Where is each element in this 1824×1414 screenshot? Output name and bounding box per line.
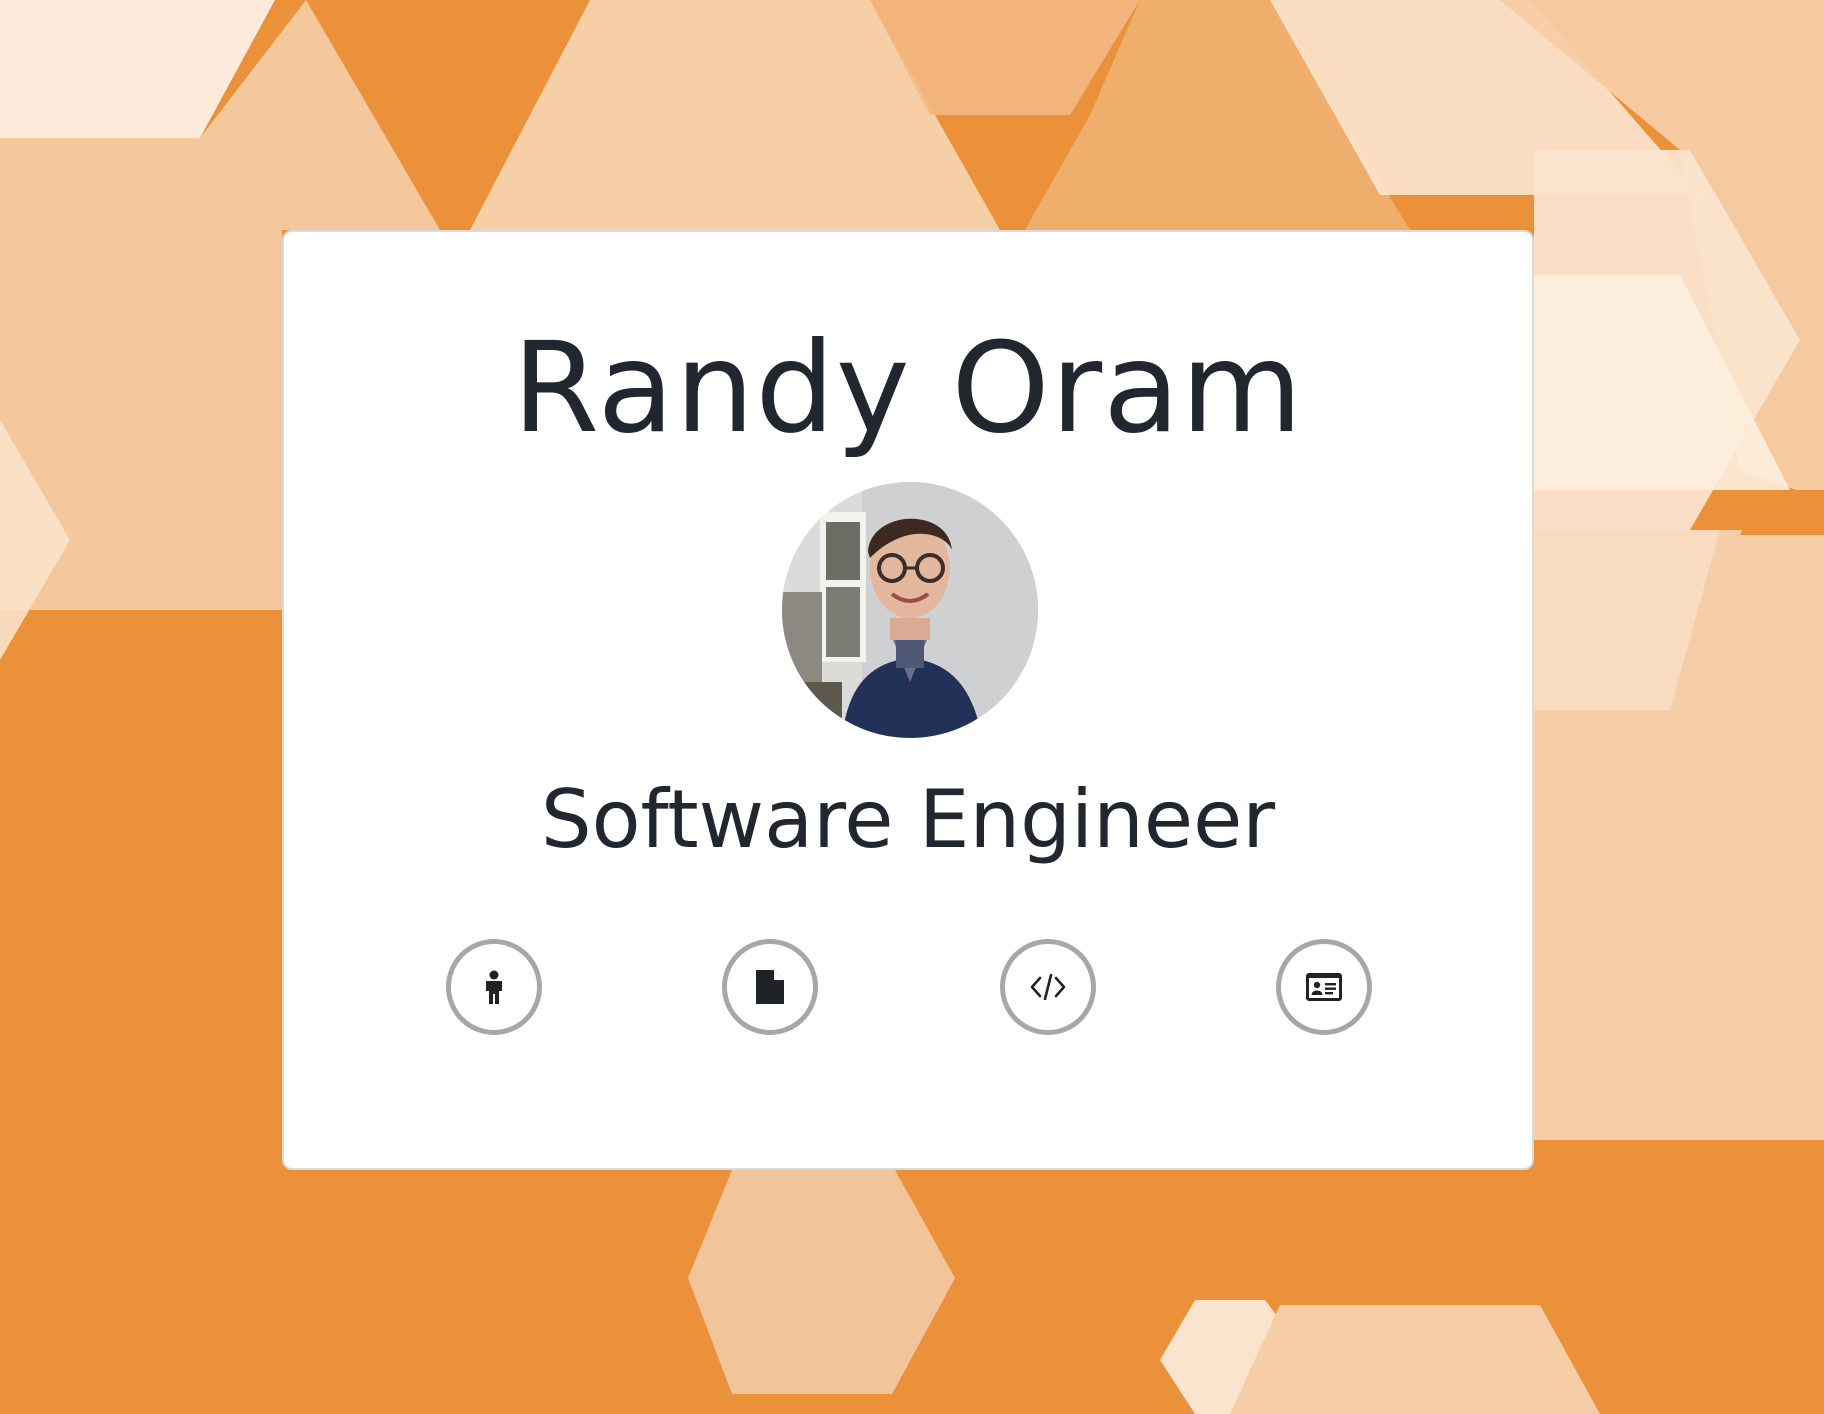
id-card-icon — [1306, 973, 1342, 1001]
about-button[interactable] — [446, 939, 542, 1035]
projects-button[interactable] — [1000, 939, 1096, 1035]
profile-avatar — [782, 482, 1038, 738]
resume-button[interactable] — [722, 939, 818, 1035]
profile-photo — [782, 482, 1038, 738]
code-icon — [1030, 974, 1066, 1000]
person-icon — [483, 970, 505, 1004]
profile-card: Randy Oram Software Engineer — [282, 230, 1534, 1170]
contact-button[interactable] — [1276, 939, 1372, 1035]
document-icon — [756, 970, 784, 1004]
profile-title: Software Engineer — [540, 773, 1276, 866]
profile-name: Randy Oram — [512, 316, 1304, 461]
